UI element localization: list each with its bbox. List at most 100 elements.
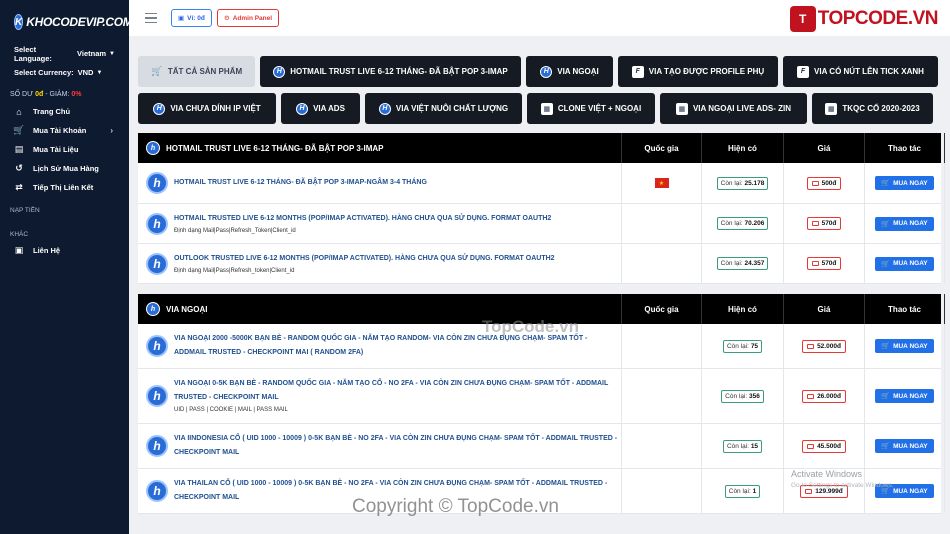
- category-via-ngoai[interactable]: h VIA NGOẠI: [526, 56, 613, 87]
- sidebar-item-history[interactable]: ↺ Lịch Sử Mua Hàng: [0, 159, 129, 178]
- product-title: VIA iINDONESIA Cổ ( UID 1000 - 10009 ) 0…: [174, 435, 618, 456]
- cart-icon: 🛒: [151, 66, 163, 76]
- buy-now-button[interactable]: 🛒 MUA NGAY: [875, 339, 934, 353]
- hotmail-icon: h: [540, 65, 553, 78]
- sidebar-item-contact[interactable]: ▣ Liên Hệ: [0, 241, 129, 260]
- sidebar-item-buy-document[interactable]: ▤ Mua Tài Liệu: [0, 140, 129, 159]
- section-topup: NẠP TIỀN: [10, 206, 40, 214]
- category-label: VIA ADS: [313, 104, 345, 113]
- price-badge: 570đ: [806, 217, 842, 230]
- brand-mark-icon: T: [789, 6, 816, 32]
- vietnam-flag-icon: ★: [654, 178, 669, 188]
- category-via-ads[interactable]: h VIA ADS: [281, 93, 360, 124]
- product-title: VIA NGOẠI 0-5k BẠN BÈ - RANDOM QUỐC GIA …: [174, 380, 609, 401]
- table-row: h HOTMAIL TRUSTED LIVE 6-12 MONTHS (POP/…: [138, 204, 945, 244]
- header-action: Thao tác: [865, 133, 945, 163]
- wallet-icon: ▣: [178, 15, 185, 22]
- hotmail-icon: h: [146, 435, 168, 457]
- header-price: Giá: [784, 294, 865, 324]
- home-icon: ⌂: [16, 106, 22, 117]
- header-action: Thao tác: [865, 294, 945, 324]
- balance-value: 0đ: [35, 90, 44, 98]
- hotmail-icon: h: [378, 102, 391, 115]
- table-row: h HOTMAIL TRUST LIVE 6-12 THÁNG- ĐÃ BẬT …: [138, 163, 945, 204]
- header-stock: Hiện có: [702, 133, 784, 163]
- product-title: HOTMAIL TRUST LIVE 6-12 THÁNG- ĐÃ BẬT PO…: [174, 179, 427, 186]
- sidebar-item-label: Tiếp Thị Liên Kết: [33, 183, 94, 192]
- contact-icon: ▣: [14, 245, 24, 255]
- sidebar-item-affiliate[interactable]: ⇄ Tiếp Thị Liên Kết: [0, 178, 129, 197]
- category-via-viet[interactable]: h VIA VIỆT NUÔI CHẤT LƯỢNG: [365, 93, 522, 124]
- gear-icon: ⚙: [223, 15, 230, 22]
- category-tkqc[interactable]: ▦ TKQC CỔ 2020-2023: [812, 93, 933, 124]
- buy-now-button[interactable]: 🛒 MUA NGAY: [875, 439, 934, 453]
- buy-now-button[interactable]: 🛒 MUA NGAY: [875, 256, 934, 271]
- category-label: HOTMAIL TRUST LIVE 6-12 THÁNG- ĐÃ BẬT PO…: [290, 67, 508, 76]
- hotmail-icon: h: [153, 102, 166, 115]
- category-via-no-ip[interactable]: h VIA CHƯA DÍNH IP VIỆT: [138, 93, 276, 124]
- sidebar-item-buy-account[interactable]: 🛒 Mua Tài Khoản ›: [0, 121, 129, 140]
- hotmail-icon: h: [146, 212, 168, 235]
- discount-value: 0%: [71, 90, 82, 98]
- language-label: Select Language:: [14, 44, 52, 63]
- category-label: VIA TẠO ĐƯỢC PROFILE PHỤ: [648, 67, 765, 76]
- buy-now-button[interactable]: 🛒 MUA NGAY: [875, 176, 934, 190]
- category-label: VIA CÓ NÚT LÊN TICK XANH: [814, 67, 924, 76]
- price-badge: 570đ: [806, 257, 842, 270]
- watermark-center: TopCode.vn: [482, 317, 579, 336]
- category-label: TKQC CỔ 2020-2023: [842, 104, 920, 113]
- logo-text: KHOCODEVIP.COM: [26, 15, 133, 29]
- menu-toggle-icon[interactable]: [145, 12, 157, 24]
- sidebar-item-label: Mua Tài Liệu: [33, 145, 79, 154]
- category-via-profile[interactable]: f VIA TẠO ĐƯỢC PROFILE PHỤ: [618, 56, 778, 87]
- category-via-live-ads[interactable]: ▦ VIA NGOẠI LIVE ADS- ZIN: [660, 93, 807, 124]
- money-icon: [807, 343, 815, 349]
- wallet-button[interactable]: ▣ Ví: 0đ: [171, 9, 212, 27]
- cart-icon: 🛒: [881, 260, 891, 268]
- price-badge: 52.000đ: [802, 339, 846, 353]
- admin-label: Admin Panel: [232, 14, 273, 22]
- main-content: 🛒 TẤT CẢ SẢN PHẨM h HOTMAIL TRUST LIVE 6…: [129, 36, 950, 534]
- cart-icon: 🛒: [881, 180, 891, 187]
- header-stock: Hiện có: [702, 294, 784, 324]
- stock-badge: Còn lại: 75: [722, 339, 763, 353]
- facebook-icon: f: [797, 65, 810, 78]
- category-label: CLONE VIỆT + NGOẠI: [557, 104, 642, 113]
- header-price: Giá: [784, 133, 865, 163]
- category-label: TẤT CẢ SẢN PHẨM: [167, 67, 243, 76]
- section-other: KHÁC: [10, 230, 29, 238]
- clone-icon: ▦: [540, 102, 553, 115]
- table-header: h HOTMAIL TRUST LIVE 6-12 THÁNG- ĐÃ BẬT …: [138, 133, 945, 163]
- hotmail-icon: h: [146, 335, 168, 357]
- history-icon: ↺: [15, 163, 23, 173]
- sidebar-item-home[interactable]: ⌂ Trang Chủ: [0, 102, 129, 121]
- document-icon: ▤: [14, 144, 24, 154]
- activate-title: Activate Windows: [791, 469, 863, 479]
- category-label: VIA CHƯA DÍNH IP VIỆT: [170, 104, 261, 113]
- stock-badge: Còn lại: 25.178: [716, 176, 769, 190]
- caret-down-icon: ▼: [96, 69, 103, 76]
- cart-icon: 🛒: [881, 393, 891, 400]
- product-format: Định dạng Mail|Pass|Refresh_token|Client…: [174, 267, 295, 274]
- stock-badge: Còn lại: 1: [724, 484, 761, 498]
- buy-now-button[interactable]: 🛒 MUA NGAY: [875, 216, 934, 231]
- site-logo[interactable]: K KHOCODEVIP.COM: [0, 0, 133, 44]
- cart-icon: 🛒: [881, 443, 891, 450]
- discount-label: - GIẢM:: [45, 90, 70, 98]
- money-icon: [811, 221, 819, 226]
- chevron-right-icon: ›: [110, 126, 113, 135]
- buy-now-button[interactable]: 🛒 MUA NGAY: [875, 389, 934, 403]
- header-country: Quốc gia: [622, 133, 702, 163]
- price-badge: 26.000đ: [802, 389, 846, 403]
- currency-select[interactable]: Select Currency: VND ▼: [0, 63, 129, 82]
- category-via-tick[interactable]: f VIA CÓ NÚT LÊN TICK XANH: [783, 56, 938, 87]
- language-select[interactable]: Select Language: Vietnam ▼: [0, 44, 129, 63]
- category-hotmail[interactable]: h HOTMAIL TRUST LIVE 6-12 THÁNG- ĐÃ BẬT …: [260, 56, 521, 87]
- grid-icon: ▦: [675, 102, 688, 115]
- caret-down-icon: ▼: [109, 50, 115, 57]
- header-country: Quốc gia: [622, 294, 702, 324]
- admin-panel-button[interactable]: ⚙ Admin Panel: [216, 9, 280, 27]
- category-clone[interactable]: ▦ CLONE VIỆT + NGOẠI: [527, 93, 655, 124]
- category-all[interactable]: 🛒 TẤT CẢ SẢN PHẨM: [138, 56, 255, 87]
- table-row: h OUTLOOK TRUSTED LIVE 6-12 MONTHS (POP/…: [138, 244, 945, 284]
